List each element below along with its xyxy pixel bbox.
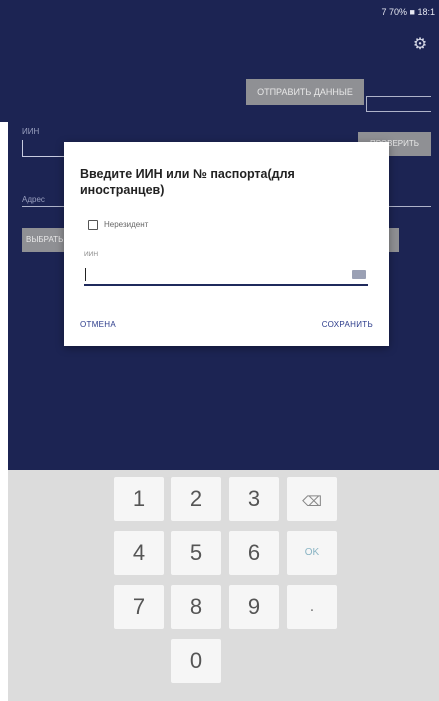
select-button[interactable]: ВЫБРАТЬ [22,228,64,252]
send-data-button[interactable]: ОТПРАВИТЬ ДАННЫЕ [246,79,364,105]
status-bar: 7 70% ■ 18:1 [380,0,439,24]
dot-key[interactable]: . [287,585,337,629]
address-field-right[interactable] [389,206,431,207]
gear-icon[interactable]: ⚙ [411,36,429,54]
dialog-title: Введите ИИН или № паспорта(для иностранц… [80,167,295,197]
right-action-button[interactable] [389,228,399,252]
key-5[interactable]: 5 [171,531,221,575]
iin-label: ИИН [84,251,99,258]
cancel-button[interactable]: ОТМЕНА [80,320,116,329]
key-7[interactable]: 7 [114,585,164,629]
iin-dialog: Введите ИИН или № паспорта(для иностранц… [64,142,389,346]
nonresident-checkbox[interactable] [88,220,98,230]
numeric-keypad: 1 2 3 ⌫ 4 5 6 OK 7 8 9 . 0 [8,470,439,701]
key-4[interactable]: 4 [114,531,164,575]
iin-form-label: ИИН [22,127,40,136]
ok-key[interactable]: OK [287,531,337,575]
key-2[interactable]: 2 [171,477,221,521]
key-6[interactable]: 6 [229,531,279,575]
backspace-key[interactable]: ⌫ [287,477,337,521]
key-0[interactable]: 0 [171,639,221,683]
save-button[interactable]: СОХРАНИТЬ [322,320,373,329]
address-field[interactable] [22,206,64,207]
top-right-field[interactable] [366,96,431,112]
key-3[interactable]: 3 [229,477,279,521]
keyboard-icon[interactable] [352,270,366,279]
address-label: Адрес [22,195,45,204]
backspace-icon: ⌫ [302,493,322,509]
key-8[interactable]: 8 [171,585,221,629]
text-cursor [85,268,86,281]
key-9[interactable]: 9 [229,585,279,629]
key-1[interactable]: 1 [114,477,164,521]
iin-input[interactable] [84,264,368,286]
nonresident-label[interactable]: Нерезидент [104,220,148,230]
